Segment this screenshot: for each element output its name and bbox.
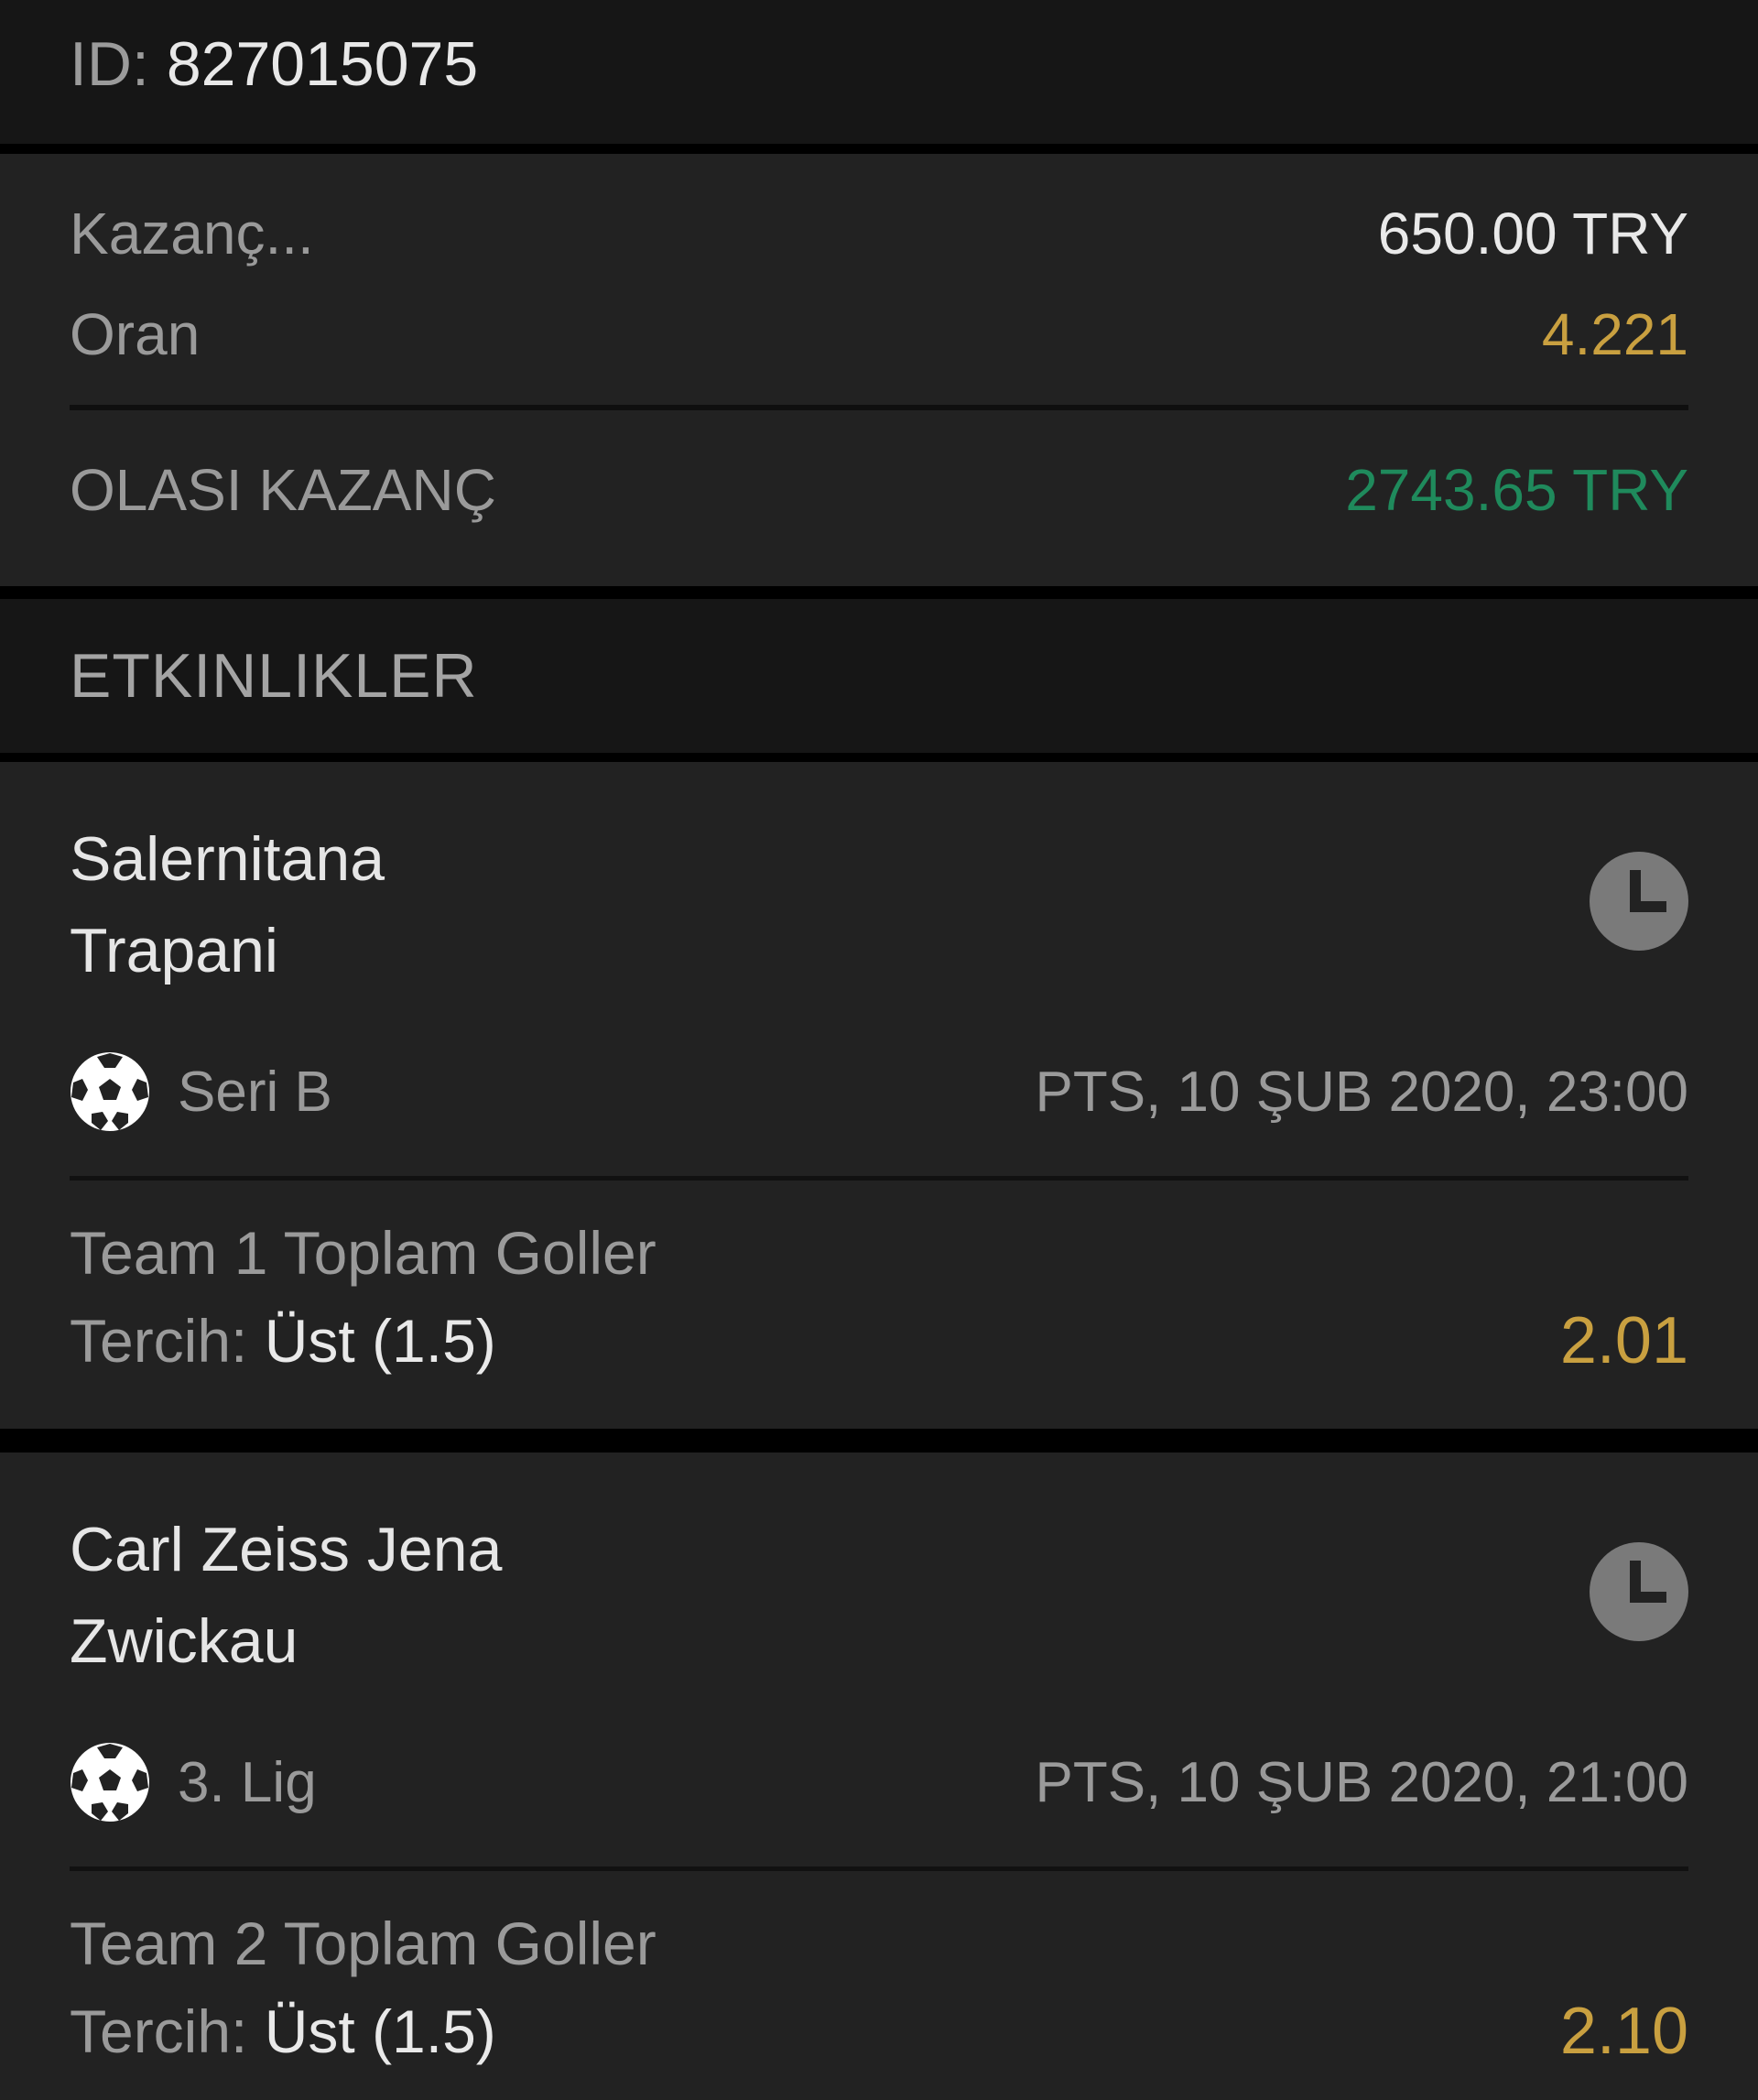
stake-value: 650.00 TRY [1377, 201, 1688, 267]
pick-value: Üst (1.5) [264, 1307, 496, 1375]
summary-divider [70, 405, 1688, 410]
home-team: Carl Zeiss Jena [70, 1515, 503, 1584]
bet-id-header: ID: 827015075 [0, 0, 1758, 144]
events-section-title: ETKINLIKLER [70, 641, 478, 711]
event-card[interactable]: Carl Zeiss Jena Zwickau 3. Lig PTS, 10 Ş… [0, 1453, 1758, 2100]
away-team: Trapani [70, 916, 279, 985]
market-name: Team 2 Toplam Goller [70, 1910, 657, 1977]
pick-label: Tercih: [70, 1307, 248, 1375]
stake-row: Kazanç... 650.00 TRY [70, 200, 1688, 267]
pick-value: Üst (1.5) [264, 1997, 496, 2065]
potential-win-row: OLASI KAZANÇ 2743.65 TRY [70, 456, 1688, 524]
pick-label: Tercih: [70, 1997, 248, 2065]
event-card[interactable]: Salernitana Trapani Seri B PTS, 10 ŞUB 2… [0, 762, 1758, 1429]
home-team: Salernitana [70, 824, 385, 894]
bet-summary: Kazanç... 650.00 TRY Oran 4.221 OLASI KA… [0, 154, 1758, 586]
events-section-header: ETKINLIKLER [0, 599, 1758, 753]
pick-row: Tercih: Üst (1.5) 2.01 [70, 1304, 1688, 1377]
selection-odd: 2.10 [1559, 1995, 1688, 2068]
pick-row: Tercih: Üst (1.5) 2.10 [70, 1995, 1688, 2068]
odds-row: Oran 4.221 [70, 300, 1688, 368]
clock-icon [1590, 1542, 1688, 1641]
odds-value: 4.221 [1541, 301, 1688, 367]
stake-label: Kazanç... [70, 201, 314, 267]
event-divider [70, 1176, 1688, 1181]
event-datetime: PTS, 10 ŞUB 2020, 23:00 [1035, 1060, 1688, 1124]
league-name: Seri B [178, 1060, 332, 1124]
selection-odd: 2.01 [1559, 1304, 1688, 1377]
odds-label: Oran [70, 301, 201, 367]
soccer-ball-icon [71, 1743, 149, 1822]
league-row: 3. Lig PTS, 10 ŞUB 2020, 21:00 [70, 1740, 1688, 1824]
clock-icon [1590, 852, 1688, 951]
soccer-ball-icon [71, 1052, 149, 1131]
bet-id: ID: 827015075 [70, 27, 478, 101]
league-row: Seri B PTS, 10 ŞUB 2020, 23:00 [70, 1050, 1688, 1134]
league-name: 3. Lig [178, 1750, 317, 1814]
event-datetime: PTS, 10 ŞUB 2020, 21:00 [1035, 1750, 1688, 1814]
away-team: Zwickau [70, 1606, 298, 1676]
bet-id-value: 827015075 [166, 29, 479, 99]
event-divider [70, 1866, 1688, 1871]
bet-id-label: ID: [70, 29, 149, 99]
potential-win-label: OLASI KAZANÇ [70, 457, 496, 523]
market-name: Team 1 Toplam Goller [70, 1219, 657, 1287]
potential-win-value: 2743.65 TRY [1345, 457, 1688, 523]
